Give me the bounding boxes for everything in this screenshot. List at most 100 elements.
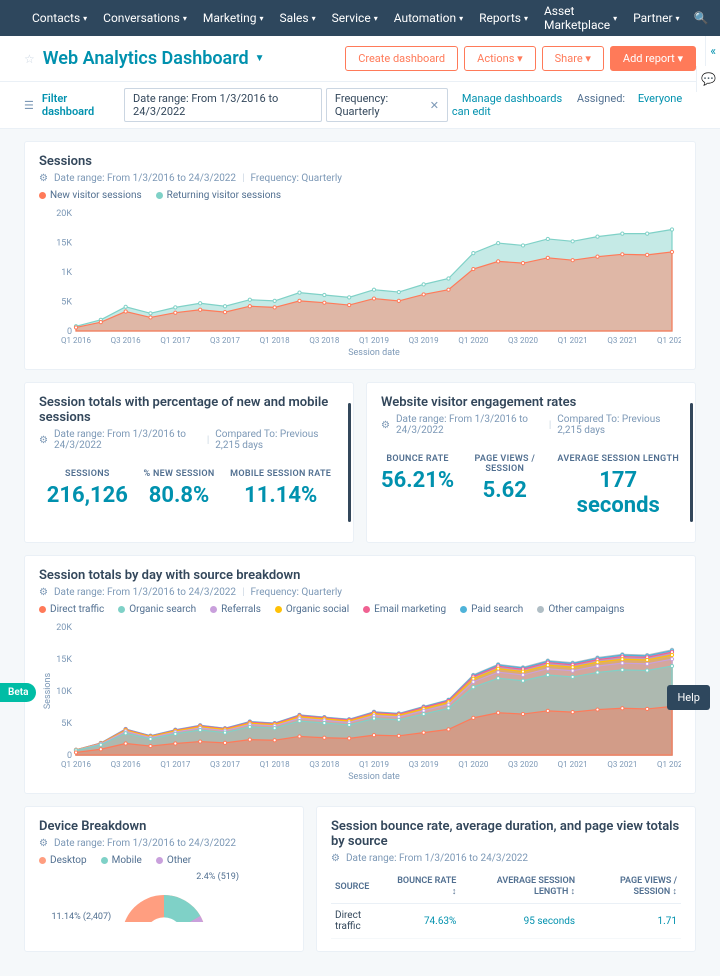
nav-item[interactable]: Partner▾ (625, 4, 687, 32)
new-session-pct: 80.8% (144, 483, 215, 508)
engagement-rates-card: Website visitor engagement rates ⚙Date r… (366, 382, 696, 543)
source-breakdown-card: Session totals by day with source breakd… (24, 555, 696, 794)
svg-text:Q1 2022: Q1 2022 (657, 336, 681, 345)
mobile-rate: 11.14% (230, 483, 331, 508)
beta-badge[interactable]: Beta (0, 683, 36, 702)
add-report-button[interactable]: Add report ▾ (610, 46, 696, 71)
svg-text:Q3 2019: Q3 2019 (409, 760, 439, 769)
svg-text:Q1 2016: Q1 2016 (61, 760, 91, 769)
svg-text:10K: 10K (56, 687, 72, 697)
manage-dashboards-link[interactable]: Manage dashboards (462, 92, 562, 105)
gear-icon[interactable]: ⚙ (331, 853, 340, 864)
gear-icon[interactable]: ⚙ (39, 173, 48, 184)
card-title: Session bounce rate, average duration, a… (331, 819, 681, 849)
nav-item[interactable]: Marketing▾ (195, 4, 272, 32)
svg-text:Q3 2016: Q3 2016 (111, 760, 141, 769)
sessions-value: 216,126 (47, 483, 128, 508)
actions-button[interactable]: Actions ▾ (464, 46, 535, 71)
svg-text:Q1 2019: Q1 2019 (359, 760, 389, 769)
page-title[interactable]: Web Analytics Dashboard (43, 48, 249, 69)
svg-text:Sessions: Sessions (43, 672, 53, 709)
svg-text:1K: 1K (61, 268, 72, 278)
gear-icon[interactable]: ⚙ (39, 435, 48, 446)
svg-text:Q1 2018: Q1 2018 (260, 760, 290, 769)
source-table: SOURCE BOUNCE RATE ↕ AVERAGE SESSION LEN… (331, 870, 681, 939)
favorite-icon[interactable]: ☆ (24, 52, 35, 66)
scroll-indicator (348, 403, 351, 522)
svg-text:Q3 2018: Q3 2018 (309, 760, 339, 769)
svg-text:15K: 15K (56, 655, 72, 665)
th-bounce[interactable]: BOUNCE RATE ↕ (391, 870, 461, 904)
collapse-panel-button[interactable]: « (705, 36, 720, 67)
svg-text:20K: 20K (56, 209, 72, 219)
close-icon[interactable]: ✕ (430, 99, 439, 112)
nav-item[interactable]: Service▾ (324, 4, 386, 32)
sessions-area-chart: 20K15K1K5K0Q1 2016Q3 2016Q1 2017Q3 2017Q… (39, 207, 681, 357)
svg-text:Q1 2020: Q1 2020 (458, 336, 488, 345)
card-title: Website visitor engagement rates (381, 395, 681, 410)
svg-text:Q1 2017: Q1 2017 (160, 760, 190, 769)
avg-session: 177 seconds (555, 468, 681, 518)
top-nav: Contacts▾Conversations▾Marketing▾Sales▾S… (0, 0, 720, 36)
filter-bar: ☰ Filter dashboard Date range: From 1/3/… (0, 82, 720, 129)
svg-text:Q1 2018: Q1 2018 (260, 336, 290, 345)
bounce-by-source-card: Session bounce rate, average duration, a… (316, 806, 696, 952)
svg-text:15K: 15K (56, 239, 72, 249)
svg-text:Session date: Session date (348, 348, 400, 357)
nav-item[interactable]: Sales▾ (271, 4, 323, 32)
help-button[interactable]: Help (667, 685, 710, 710)
chevron-down-icon[interactable]: ▼ (255, 53, 265, 64)
device-breakdown-card: Device Breakdown ⚙Date range: From 1/3/2… (24, 806, 304, 952)
bounce-rate: 56.21% (381, 468, 454, 493)
scroll-indicator (690, 403, 693, 522)
svg-text:Q3 2017: Q3 2017 (210, 336, 240, 345)
svg-text:Q3 2018: Q3 2018 (309, 336, 339, 345)
th-source[interactable]: SOURCE (331, 870, 391, 904)
svg-text:5K: 5K (61, 298, 72, 308)
svg-text:5K: 5K (61, 719, 72, 729)
source-area-chart: 20K15K10K5K0Q1 2016Q3 2016Q1 2017Q3 2017… (39, 621, 681, 781)
feedback-icon[interactable]: 💬 (696, 66, 720, 92)
gear-icon[interactable]: ⚙ (39, 587, 48, 598)
svg-text:Q1 2022: Q1 2022 (657, 760, 681, 769)
nav-item[interactable]: Automation▾ (386, 4, 471, 32)
chart-legend: Direct trafficOrganic searchReferralsOrg… (39, 604, 681, 615)
svg-text:Q3 2020: Q3 2020 (508, 336, 538, 345)
filter-dashboard-link[interactable]: Filter dashboard (42, 92, 114, 118)
card-title: Sessions (39, 154, 681, 169)
chart-legend: DesktopMobileOther (39, 855, 289, 866)
hamburger-icon[interactable]: ☰ (24, 99, 34, 112)
table-row[interactable]: Direct traffic74.63%95 seconds1.71 (331, 904, 681, 939)
gear-icon[interactable]: ⚙ (381, 420, 390, 431)
card-title: Session totals by day with source breakd… (39, 568, 681, 583)
svg-text:Q1 2019: Q1 2019 (359, 336, 389, 345)
svg-text:Session date: Session date (348, 772, 400, 781)
svg-text:Q3 2016: Q3 2016 (111, 336, 141, 345)
assigned-label: Assigned: (577, 92, 625, 105)
th-avg[interactable]: AVERAGE SESSION LENGTH ↕ (460, 870, 579, 904)
th-pv[interactable]: PAGE VIEWS / SESSION ↕ (579, 870, 681, 904)
svg-text:Q3 2020: Q3 2020 (508, 760, 538, 769)
card-title: Device Breakdown (39, 819, 289, 834)
svg-text:Q1 2021: Q1 2021 (558, 336, 588, 345)
nav-item[interactable]: Reports▾ (471, 4, 536, 32)
card-title: Session totals with percentage of new an… (39, 395, 339, 425)
search-icon[interactable]: 🔍 (694, 11, 709, 25)
svg-text:Q1 2021: Q1 2021 (558, 760, 588, 769)
create-dashboard-button[interactable]: Create dashboard (345, 46, 458, 71)
share-button[interactable]: Share ▾ (542, 46, 604, 71)
frequency-chip[interactable]: Frequency: Quarterly✕ (326, 88, 448, 122)
nav-item[interactable]: Conversations▾ (95, 4, 195, 32)
svg-text:Q3 2019: Q3 2019 (409, 336, 439, 345)
page-header: ☆ Web Analytics Dashboard ▼ Create dashb… (0, 36, 720, 82)
date-range-chip[interactable]: Date range: From 1/3/2016 to 24/3/2022 (124, 88, 322, 122)
svg-text:Q3 2017: Q3 2017 (210, 760, 240, 769)
nav-item[interactable]: Asset Marketplace▾ (536, 4, 625, 32)
nav-item[interactable]: Contacts▾ (24, 4, 95, 32)
svg-text:Q1 2016: Q1 2016 (61, 336, 91, 345)
page-views: 5.62 (454, 478, 555, 503)
session-totals-card: Session totals with percentage of new an… (24, 382, 354, 543)
svg-text:20K: 20K (56, 623, 72, 633)
chart-legend: New visitor sessions Returning visitor s… (39, 190, 681, 201)
gear-icon[interactable]: ⚙ (39, 838, 48, 849)
